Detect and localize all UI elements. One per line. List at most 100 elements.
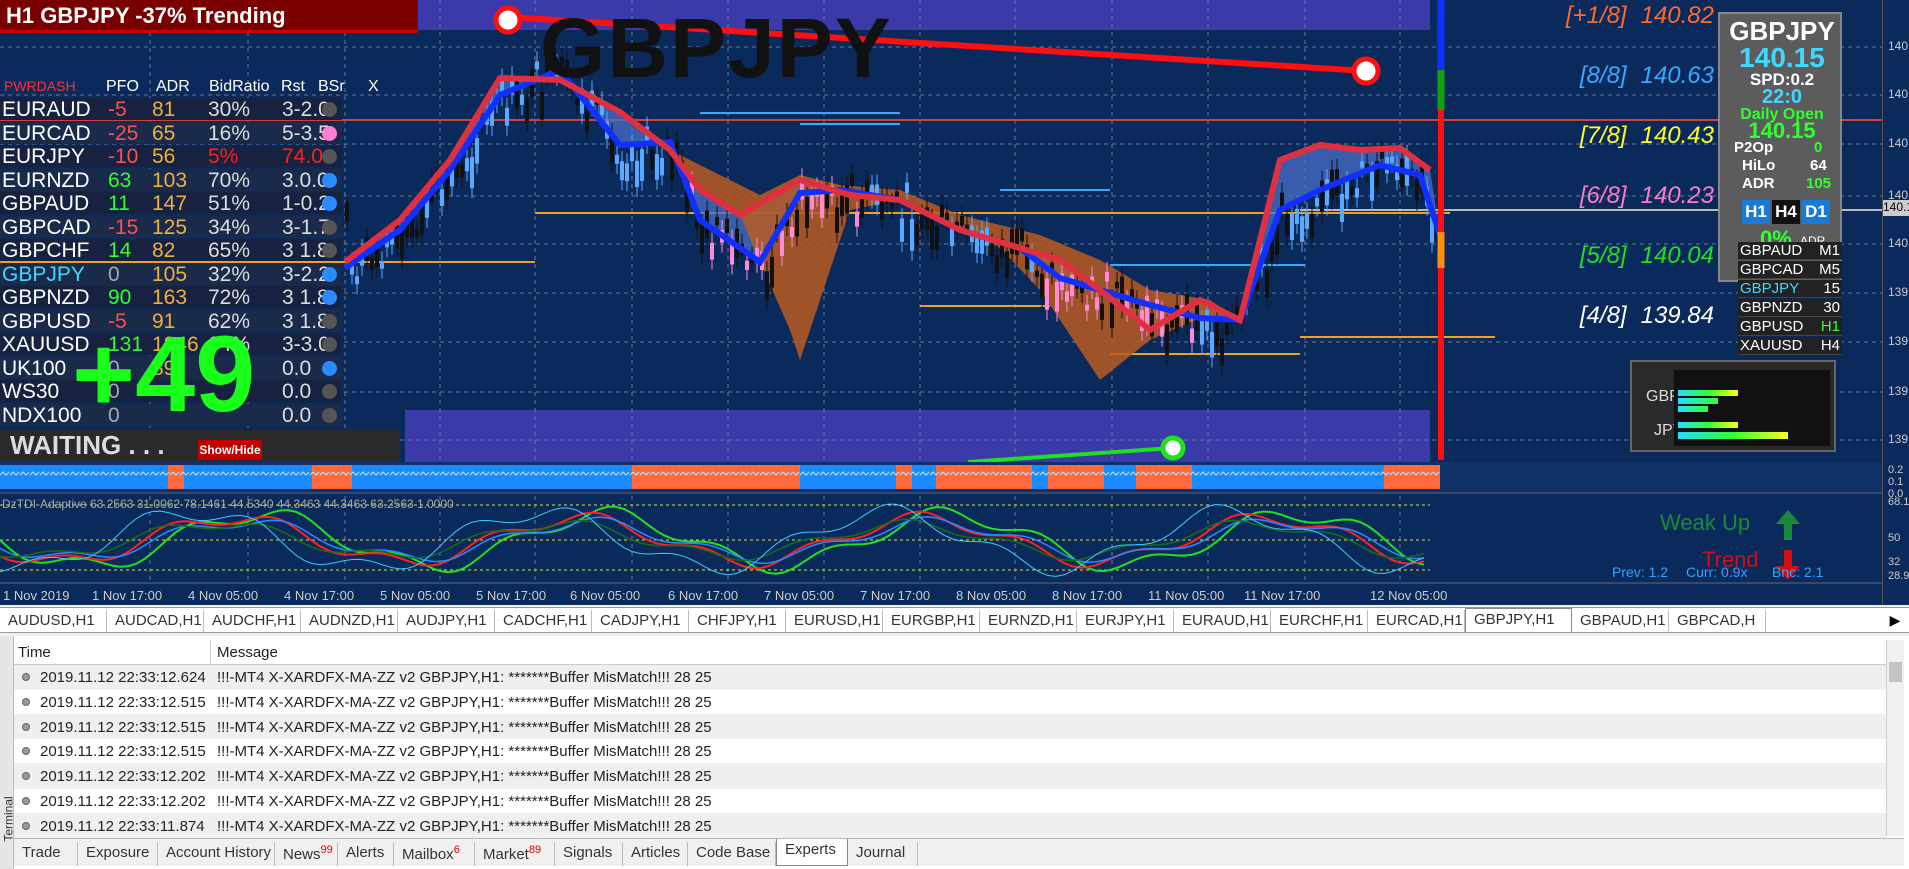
terminal-scrollbar[interactable] bbox=[1886, 640, 1904, 836]
tf-h1-button[interactable]: H1 bbox=[1742, 200, 1770, 224]
col-time-header[interactable]: Time bbox=[18, 644, 51, 661]
symbol-list-item[interactable]: GBPCAD M5 bbox=[1738, 261, 1842, 279]
symbol-list-item[interactable]: XAUUSD H4 bbox=[1738, 337, 1842, 355]
signal-cell bbox=[920, 465, 928, 489]
chart-tab[interactable]: AUDJPY,H1 bbox=[398, 610, 495, 632]
candle-body bbox=[525, 99, 529, 123]
candle-body bbox=[640, 149, 644, 181]
candle-body bbox=[380, 261, 384, 269]
tf-d1-button[interactable]: D1 bbox=[1802, 200, 1830, 224]
signal-cell bbox=[664, 465, 672, 489]
price-tick: 140.5115 bbox=[1888, 87, 1909, 101]
terminal-tab-market[interactable]: Market89 bbox=[475, 842, 555, 866]
log-row[interactable]: 2019.11.12 22:33:12.202 !!!-MT4 X-XARDFX-… bbox=[14, 789, 1886, 814]
terminal-tab-signals[interactable]: Signals bbox=[555, 842, 623, 866]
row-bidratio: 5% bbox=[208, 145, 239, 168]
chart-tab[interactable]: CHFJPY,H1 bbox=[689, 610, 786, 632]
scrollbar-thumb[interactable] bbox=[1889, 662, 1902, 682]
terminal-tab-journal[interactable]: Journal bbox=[848, 842, 918, 866]
tf-h4-button[interactable]: H4 bbox=[1772, 200, 1800, 224]
terminal-tab-articles[interactable]: Articles bbox=[623, 842, 688, 866]
signal-cell bbox=[992, 465, 1000, 489]
chart-tab[interactable]: GBPJPY,H1 bbox=[1465, 608, 1572, 632]
chart-tab[interactable]: EURCAD,H1 bbox=[1368, 610, 1465, 632]
symbol-list-item[interactable]: GBPJPY 15 bbox=[1738, 280, 1842, 298]
chart-tab[interactable]: AUDNZD,H1 bbox=[301, 610, 398, 632]
log-row[interactable]: 2019.11.12 22:33:11.874 !!!-MT4 X-XARDFX-… bbox=[14, 813, 1886, 839]
terminal-tab-mailbox[interactable]: Mailbox6 bbox=[394, 842, 475, 866]
price-tick: 140.3505 bbox=[1888, 136, 1909, 150]
terminal-tab-exposure[interactable]: Exposure bbox=[78, 842, 158, 866]
row-symbol: UK100 bbox=[2, 356, 67, 380]
signal-cell bbox=[1128, 465, 1136, 489]
terminal-tab-label: Market bbox=[483, 846, 529, 863]
terminal-tab-account-history[interactable]: Account History bbox=[158, 842, 275, 866]
candle-body bbox=[1210, 331, 1214, 358]
chart-tab[interactable]: CADCHF,H1 bbox=[495, 610, 592, 632]
candle-body bbox=[1360, 161, 1364, 168]
row-adr: 147 bbox=[152, 192, 188, 215]
time-tick: 11 Nov 05:00 bbox=[1148, 588, 1225, 603]
symbol-list-item[interactable]: GBPNZD 30 bbox=[1738, 299, 1842, 317]
log-status-icon bbox=[22, 747, 30, 756]
terminal-tab-experts[interactable]: Experts bbox=[776, 839, 848, 866]
signal-cell bbox=[1184, 465, 1192, 489]
signal-cell bbox=[696, 465, 704, 489]
col-message-header[interactable]: Message bbox=[217, 644, 278, 661]
signal-strip bbox=[0, 465, 1440, 489]
signal-cell bbox=[240, 465, 248, 489]
candle-body bbox=[990, 243, 994, 257]
terminal-tab-news[interactable]: News99 bbox=[275, 842, 338, 866]
signal-cell bbox=[1264, 465, 1272, 489]
chart-tab[interactable]: AUDCAD,H1 bbox=[107, 610, 204, 632]
chart-tab[interactable]: EURAUD,H1 bbox=[1174, 610, 1271, 632]
signal-cell bbox=[728, 465, 736, 489]
chart-tab[interactable]: EURNZD,H1 bbox=[980, 610, 1077, 632]
chart-tab[interactable]: CADJPY,H1 bbox=[592, 610, 689, 632]
chart-tab[interactable]: GBPCAD,H bbox=[1669, 610, 1766, 632]
chart-tab[interactable]: EURJPY,H1 bbox=[1077, 610, 1174, 632]
symbol-list-item[interactable]: GBPAUD M1 bbox=[1738, 242, 1842, 260]
log-row[interactable]: 2019.11.12 22:33:12.515 !!!-MT4 X-XARDFX-… bbox=[14, 689, 1886, 715]
signal-cell bbox=[1416, 465, 1424, 489]
signal-cell bbox=[1296, 465, 1304, 489]
chart-tab[interactable]: EURCHF,H1 bbox=[1271, 610, 1368, 632]
bsr-dot-icon bbox=[322, 125, 337, 141]
chart-tab[interactable]: GBPAUD,H1 bbox=[1572, 610, 1669, 632]
murrey-price: 140.43 bbox=[1640, 122, 1714, 149]
signal-cell bbox=[392, 465, 400, 489]
sub-tick: 0.1 bbox=[1888, 476, 1904, 488]
show-hide-button[interactable]: Show/Hide bbox=[198, 440, 262, 460]
column-divider[interactable] bbox=[210, 640, 211, 665]
signal-cell bbox=[904, 465, 912, 489]
terminal-tab-trade[interactable]: Trade bbox=[14, 842, 78, 866]
signal-cell bbox=[464, 465, 472, 489]
signal-cell bbox=[976, 465, 984, 489]
info-p2op: 0 bbox=[1814, 139, 1823, 156]
signal-cell bbox=[1152, 465, 1160, 489]
signal-cell bbox=[264, 465, 272, 489]
signal-cell bbox=[1320, 465, 1328, 489]
log-row[interactable]: 2019.11.12 22:33:12.624 !!!-MT4 X-XARDFX-… bbox=[14, 665, 1886, 690]
chart-tab[interactable]: AUDUSD,H1 bbox=[0, 610, 107, 632]
terminal-tab-label: Experts bbox=[785, 841, 836, 858]
log-row[interactable]: 2019.11.12 22:33:12.202 !!!-MT4 X-XARDFX-… bbox=[14, 764, 1886, 790]
terminal-tab-label: Exposure bbox=[86, 844, 150, 861]
chart-window[interactable]: H1 GBPJPY -37% Trending GBPJPY PWRDASH P… bbox=[0, 0, 1909, 605]
chart-tab[interactable]: EURGBP,H1 bbox=[883, 610, 980, 632]
chart-tab[interactable]: EURUSD,H1 bbox=[786, 610, 883, 632]
log-row[interactable]: 2019.11.12 22:33:12.515 !!!-MT4 X-XARDFX-… bbox=[14, 739, 1886, 765]
signal-cell bbox=[64, 465, 72, 489]
chevron-right-icon[interactable]: ▶ bbox=[1884, 609, 1906, 631]
log-row[interactable]: 2019.11.12 22:33:12.515 !!!-MT4 X-XARDFX-… bbox=[14, 714, 1886, 740]
dashboard-close-button[interactable]: X bbox=[368, 78, 379, 96]
terminal-tab-alerts[interactable]: Alerts bbox=[338, 842, 394, 866]
signal-cell bbox=[432, 465, 440, 489]
terminal-tab-code-base[interactable]: Code Base bbox=[688, 842, 776, 866]
jpy-bar-2 bbox=[1678, 432, 1788, 439]
symbol-list-item[interactable]: GBPUSD H1 bbox=[1738, 318, 1842, 336]
candle-body bbox=[415, 229, 419, 238]
signal-cell bbox=[632, 465, 640, 489]
chart-tab[interactable]: AUDCHF,H1 bbox=[204, 610, 301, 632]
symbol-list-name: GBPCAD bbox=[1740, 261, 1804, 278]
